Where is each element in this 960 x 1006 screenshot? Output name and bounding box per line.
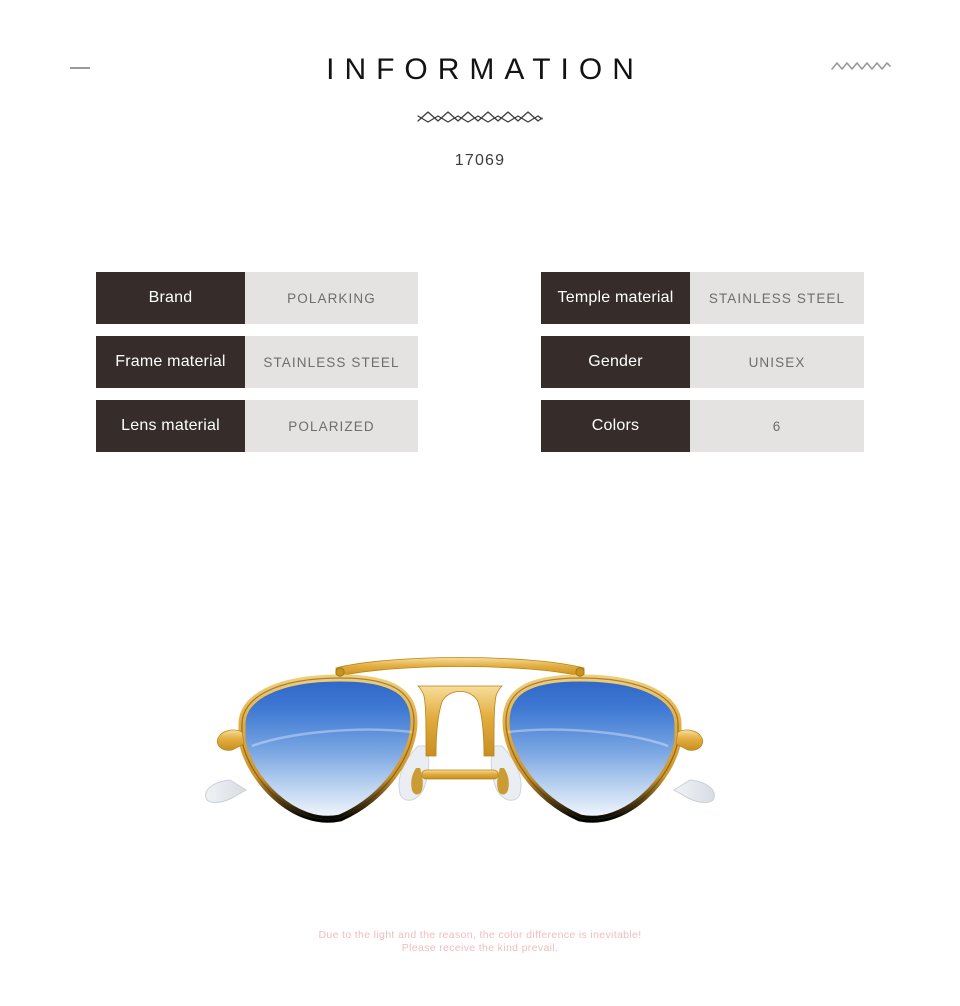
table-row: Temple material STAINLESS STEEL (541, 272, 864, 324)
spec-key-brand: Brand (96, 272, 245, 324)
spec-value-colors: 6 (690, 400, 864, 452)
page-title: INFORMATION (326, 53, 644, 86)
spec-key-gender: Gender (541, 336, 690, 388)
double-zigzag-divider-icon (416, 106, 544, 128)
spec-key-frame-material: Frame material (96, 336, 245, 388)
table-row: Lens material POLARIZED (96, 400, 418, 452)
specification-area: Brand POLARKING Frame material STAINLESS… (0, 272, 960, 462)
spec-value-frame-material: STAINLESS STEEL (245, 336, 418, 388)
spec-value-brand: POLARKING (245, 272, 418, 324)
table-row: Colors 6 (541, 400, 864, 452)
spec-table-right: Temple material STAINLESS STEEL Gender U… (541, 272, 864, 464)
spec-value-lens-material: POLARIZED (245, 400, 418, 452)
aviator-sunglasses-photo (190, 628, 730, 868)
page-header: INFORMATION 17069 (0, 0, 960, 200)
spec-key-lens-material: Lens material (96, 400, 245, 452)
table-row: Brand POLARKING (96, 272, 418, 324)
spec-value-temple-material: STAINLESS STEEL (690, 272, 864, 324)
product-sku: 17069 (454, 152, 506, 169)
table-row: Gender UNISEX (541, 336, 864, 388)
disclaimer-line-2: Please receive the kind prevail. (401, 942, 559, 954)
color-difference-disclaimer: Due to the light and the reason, the col… (0, 929, 960, 955)
spec-value-gender: UNISEX (690, 336, 864, 388)
table-row: Frame material STAINLESS STEEL (96, 336, 418, 388)
spec-key-temple-material: Temple material (541, 272, 690, 324)
spec-table-left: Brand POLARKING Frame material STAINLESS… (96, 272, 418, 464)
disclaimer-line-1: Due to the light and the reason, the col… (318, 929, 642, 941)
spec-key-colors: Colors (541, 400, 690, 452)
